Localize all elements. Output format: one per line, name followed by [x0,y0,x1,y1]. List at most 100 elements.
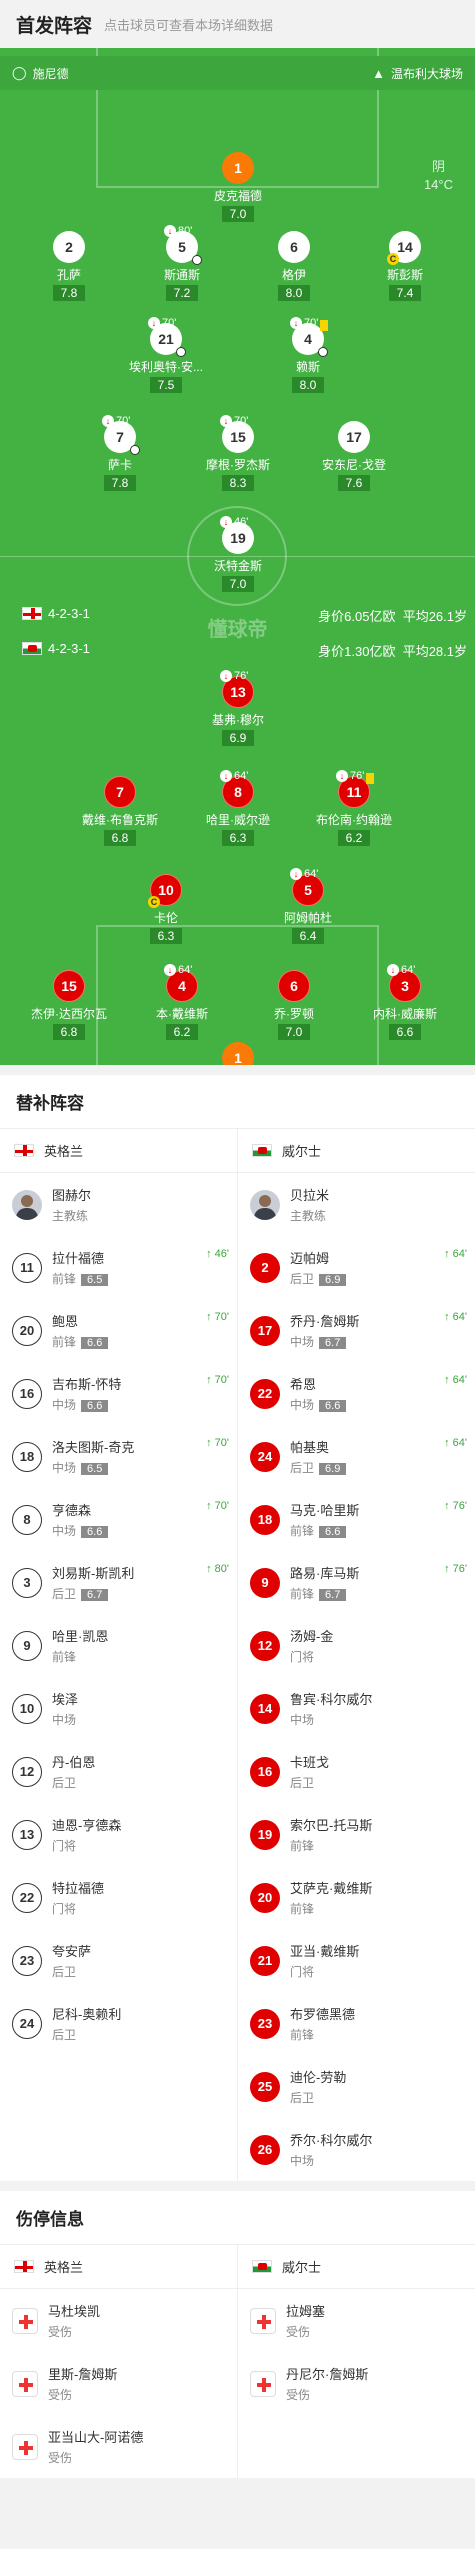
home-injuries-list: 马杜埃凯 受伤 里斯-詹姆斯 受伤 亚当山大-阿诺德 受伤 [0,2289,237,2478]
sub-player-row[interactable]: 18 马克·哈里斯 前锋 6.6 ↑ 76' [238,1488,475,1551]
away-player[interactable]: 5 ↓ 64' 阿姆帕杜 6.4 [258,868,358,945]
away-player[interactable]: 8 ↓ 64' 哈里·威尔逊 6.3 [188,770,288,847]
player-position: 后卫 [52,2028,77,2042]
player-name: 艾萨克·戴维斯 [290,1881,373,1896]
coach-avatar [250,1189,280,1220]
injury-row[interactable]: 丹尼尔·詹姆斯 受伤 [238,2352,475,2415]
player-name: 本·戴维斯 [156,1007,208,1021]
player-rating: 6.6 [81,1337,109,1349]
england-flag-icon [14,2260,34,2273]
player-number: 3 [12,1567,42,1598]
sub-player-row[interactable]: 22 特拉福德 门将 [0,1866,237,1929]
away-player[interactable]: 7 戴维·布鲁克斯 6.8 [70,776,170,847]
sub-player-row[interactable]: 18 洛夫图斯-奇克 中场 6.5 ↑ 70' [0,1425,237,1488]
player-number: 16 [12,1378,42,1409]
player-number: 12 [12,1756,42,1787]
sub-off-indicator: ↓ 70' [290,317,318,329]
player-name: 沃特金斯 [213,559,262,573]
away-player[interactable]: 3 ↓ 64' 内科·威廉斯 6.6 [355,964,455,1041]
away-player[interactable]: 11 ↓ 76' 布伦南·约翰逊 6.2 [304,770,404,847]
away-player[interactable]: 13 ↓ 76' 基弗·穆尔 6.9 [188,670,288,747]
sub-out-icon: ↓ [164,964,176,976]
home-player[interactable]: 21 ↓ 70' 埃利奥特·安... 7.5 [116,317,216,394]
sub-player-row[interactable]: 8 亨德森 中场 6.6 ↑ 70' [0,1488,237,1551]
injury-row[interactable]: 亚当山大-阿诺德 受伤 [0,2415,237,2478]
sub-player-row[interactable]: 11 拉什福德 前锋 6.5 ↑ 46' [0,1236,237,1299]
sub-out-icon: ↓ [164,225,176,237]
home-player[interactable]: 19 ↓ 46' 沃特金斯 7.0 [188,516,288,593]
sub-player-row[interactable]: 25 迪伦-劳勒 后卫 [238,2055,475,2118]
sub-player-row[interactable]: 20 鲍恩 前锋 6.6 ↑ 70' [0,1299,237,1362]
away-player[interactable]: 6 乔·罗顿 7.0 [244,970,344,1041]
coach-row[interactable]: 贝拉米 主教练 [238,1173,475,1236]
home-formation: 4-2-3-1 [22,606,90,621]
sub-player-row[interactable]: 20 艾萨克·戴维斯 前锋 [238,1866,475,1929]
home-player[interactable]: 2 孔萨 7.8 [19,231,119,302]
sub-in-icon: ↑ [206,1311,215,1323]
sub-player-row[interactable]: 12 汤姆-金 门将 [238,1614,475,1677]
sub-player-row[interactable]: 13 迪恩-亨德森 门将 [0,1803,237,1866]
sub-in-icon: ↑ [206,1500,215,1512]
player-name: 哈里·威尔逊 [206,813,270,827]
sub-player-row[interactable]: 22 希恩 中场 6.6 ↑ 64' [238,1362,475,1425]
sub-player-row[interactable]: 26 乔尔·科尔威尔 中场 [238,2118,475,2181]
sub-player-row[interactable]: 10 埃泽 中场 [0,1677,237,1740]
player-name: 迪伦-劳勒 [290,2070,347,2085]
player-name: 马杜埃凯 [48,2304,101,2319]
sub-off-indicator: ↓ 64' [387,964,415,976]
injury-row[interactable]: 里斯-詹姆斯 受伤 [0,2352,237,2415]
player-number: 2 [53,231,85,263]
home-player[interactable]: 5 ↓ 80' 斯通斯 7.2 [132,225,232,302]
home-player[interactable]: 14 斯彭斯 7.4 C [355,231,455,302]
referee-name[interactable]: 施尼德 [33,65,69,82]
sub-off-indicator: ↓ 70' [102,415,130,427]
home-player[interactable]: 4 ↓ 70' 赖斯 8.0 [258,317,358,394]
sub-in-icon: ↑ [206,1374,215,1386]
sub-player-row[interactable]: 23 布罗德黑德 前锋 [238,1992,475,2055]
away-player[interactable]: 1达洛6.3 [188,1042,288,1065]
sub-player-row[interactable]: 14 鲁宾·科尔威尔 中场 [238,1677,475,1740]
injury-row[interactable]: 拉姆塞 受伤 [238,2289,475,2352]
player-name: 图赫尔 [52,1188,92,1203]
sub-player-row[interactable]: 16 吉布斯-怀特 中场 6.6 ↑ 70' [0,1362,237,1425]
player-position: 后卫 [52,1776,77,1790]
sub-player-row[interactable]: 9 路易·库马斯 前锋 6.7 ↑ 76' [238,1551,475,1614]
player-name: 亚当·戴维斯 [290,1944,360,1959]
home-player[interactable]: 6 格伊 8.0 [244,231,344,302]
player-position: 主教练 [52,1209,89,1223]
sub-in-indicator: ↑ 76' [444,1563,467,1575]
sub-player-row[interactable]: 19 索尔巴-托马斯 前锋 [238,1803,475,1866]
sub-player-row[interactable]: 24 帕基奥 后卫 6.9 ↑ 64' [238,1425,475,1488]
sub-player-row[interactable]: 12 丹-伯恩 后卫 [0,1740,237,1803]
home-player[interactable]: 7 ↓ 70' 萨卡 7.8 [70,415,170,492]
sub-player-row[interactable]: 17 乔丹·詹姆斯 中场 6.7 ↑ 64' [238,1299,475,1362]
player-number: 24 [250,1441,280,1472]
sub-player-row[interactable]: 24 尼科-奥赖利 后卫 [0,1992,237,2055]
captain-icon: C [387,253,399,265]
sub-player-row[interactable]: 23 夸安萨 后卫 [0,1929,237,1992]
player-position: 中场 [52,1461,77,1475]
injury-row[interactable]: 马杜埃凯 受伤 [0,2289,237,2352]
coach-row[interactable]: 图赫尔 主教练 [0,1173,237,1236]
sub-player-row[interactable]: 3 刘易斯-斯凯利 后卫 6.7 ↑ 80' [0,1551,237,1614]
home-player[interactable]: 15 ↓ 70' 摩根·罗杰斯 8.3 [188,415,288,492]
away-player[interactable]: 10 卡伦 6.3 C [116,874,216,945]
away-stats: 身价1.30亿欧 平均28.1岁 [318,644,467,659]
away-player[interactable]: 4 ↓ 64' 本·戴维斯 6.2 [132,964,232,1041]
yellow-card-icon [366,773,374,784]
player-rating: 6.9 [319,1274,347,1286]
sub-player-row[interactable]: 21 亚当·戴维斯 门将 [238,1929,475,1992]
injury-status: 受伤 [286,2388,311,2402]
sub-player-row[interactable]: 2 迈帕姆 后卫 6.9 ↑ 64' [238,1236,475,1299]
sub-player-row[interactable]: 9 哈里·凯恩 前锋 [0,1614,237,1677]
sub-in-icon: ↑ [206,1248,215,1260]
player-name: 索尔巴-托马斯 [290,1818,373,1833]
sub-player-row[interactable]: 16 卡班戈 后卫 [238,1740,475,1803]
goal-ball-icon [130,445,140,455]
away-player[interactable]: 15 杰伊·达西尔瓦 6.8 [19,970,119,1041]
home-player[interactable]: 1 皮克福德 7.0 [188,152,288,223]
player-rating: 6.6 [81,1400,109,1412]
yellow-card-icon [320,320,328,331]
player-name: 格伊 [281,268,306,282]
home-player[interactable]: 17 安东尼·戈登 7.6 [304,421,404,492]
